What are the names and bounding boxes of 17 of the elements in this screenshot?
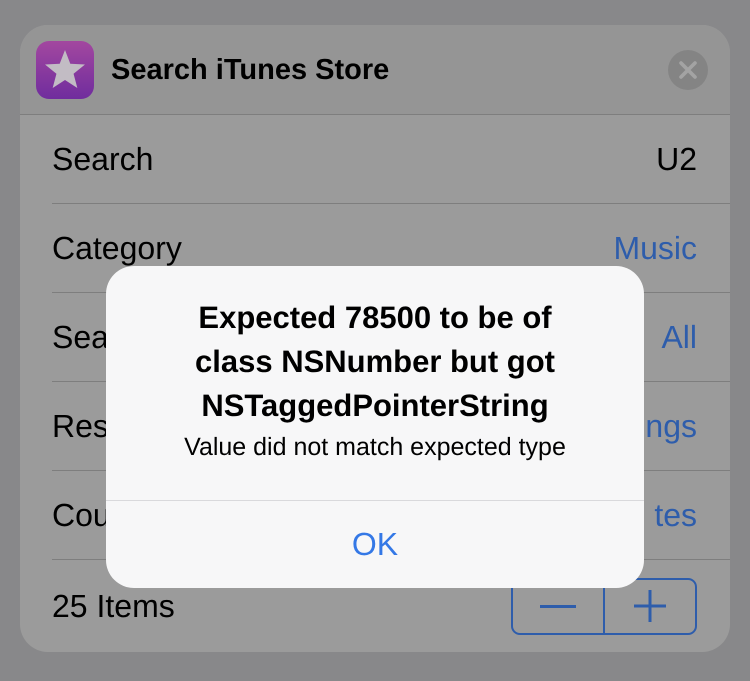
picker-value[interactable]: All: [661, 321, 697, 353]
parameter-label: Sea: [52, 321, 109, 353]
alert-message: Value did not match expected type: [183, 432, 567, 463]
alert-button[interactable]: OK: [106, 500, 644, 588]
parameter-label: Category: [52, 232, 182, 264]
alert-title: Expected 78500 to be of class NSNumber but got NSTaggedPointerString: [194, 299, 556, 425]
close-icon: [679, 60, 697, 78]
picker-value[interactable]: Music: [613, 232, 697, 264]
parameter-label: Search: [52, 143, 154, 175]
parameter-label: Res: [52, 410, 109, 442]
picker-value[interactable]: ngs: [645, 410, 697, 442]
parameter-value[interactable]: U2: [656, 143, 697, 175]
minus-icon: [540, 604, 576, 608]
plus-icon: [634, 590, 666, 622]
picker-value[interactable]: tes: [654, 499, 697, 531]
action-title: Search iTunes Store: [111, 52, 390, 86]
parameter-label: 25 Items: [52, 590, 175, 622]
